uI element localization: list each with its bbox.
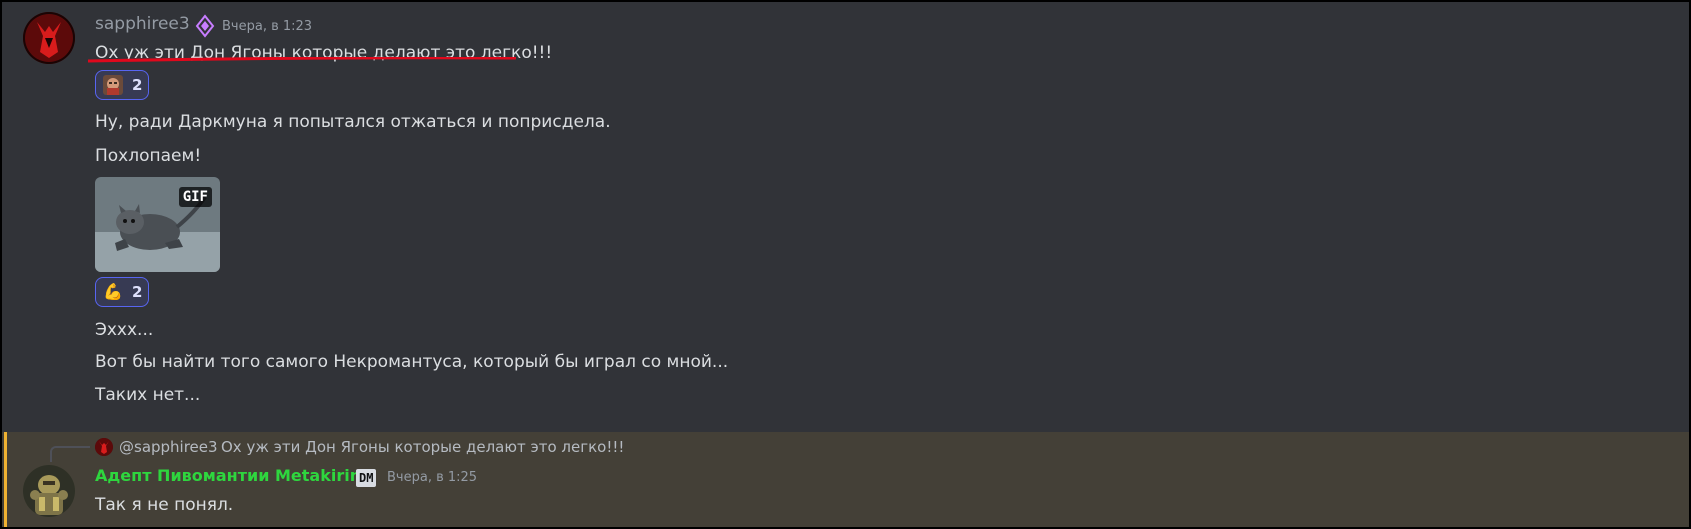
avatar[interactable] <box>23 12 75 64</box>
timestamp[interactable]: Вчера, в 1:23 <box>222 19 312 34</box>
username[interactable]: Адепт Пивомантии Metakirin <box>95 466 361 485</box>
reply-connector <box>50 446 90 462</box>
chat-frame: sapphiree3 Вчера, в 1:23 Ох уж эти Дон Я… <box>2 2 1689 527</box>
message-text: Вот бы найти того самого Некромантуса, к… <box>95 352 729 372</box>
reaction-count: 2 <box>132 283 143 301</box>
red-underline-annotation <box>88 57 516 63</box>
message-text: Ну, ради Даркмуна я попытался отжаться и… <box>95 112 611 132</box>
reply-author[interactable]: @sapphiree3 <box>119 438 218 456</box>
reaction-button[interactable]: 2 <box>95 70 149 100</box>
username[interactable]: sapphiree3 <box>95 14 190 34</box>
flexed-biceps-icon: 💪 <box>103 282 123 301</box>
reply-preview-text[interactable]: Ох уж эти Дон Ягоны которые делают это л… <box>221 438 624 456</box>
dm-badge: DM <box>356 469 377 487</box>
reaction-button[interactable]: 💪 2 <box>95 277 149 307</box>
face-avatar-emoji-icon <box>103 75 123 95</box>
mention-highlight-bar <box>4 432 7 527</box>
gif-badge: GIF <box>178 187 212 207</box>
reaction-count: 2 <box>132 76 143 94</box>
gif-attachment[interactable]: GIF <box>95 177 220 272</box>
message-text: Так я не понял. <box>95 495 234 515</box>
message-group: sapphiree3 Вчера, в 1:23 Ох уж эти Дон Я… <box>2 2 1689 432</box>
message-text: Эххх... <box>95 320 154 340</box>
reply-avatar[interactable] <box>95 438 113 456</box>
avatar[interactable] <box>23 465 75 517</box>
message-text: Таких нет... <box>95 385 201 405</box>
timestamp[interactable]: Вчера, в 1:25 <box>387 470 477 485</box>
message-text: Похлопаем! <box>95 146 202 166</box>
reply-message-group: @sapphiree3 Ох уж эти Дон Ягоны которые … <box>2 432 1689 527</box>
diamond-role-icon[interactable] <box>195 14 215 38</box>
